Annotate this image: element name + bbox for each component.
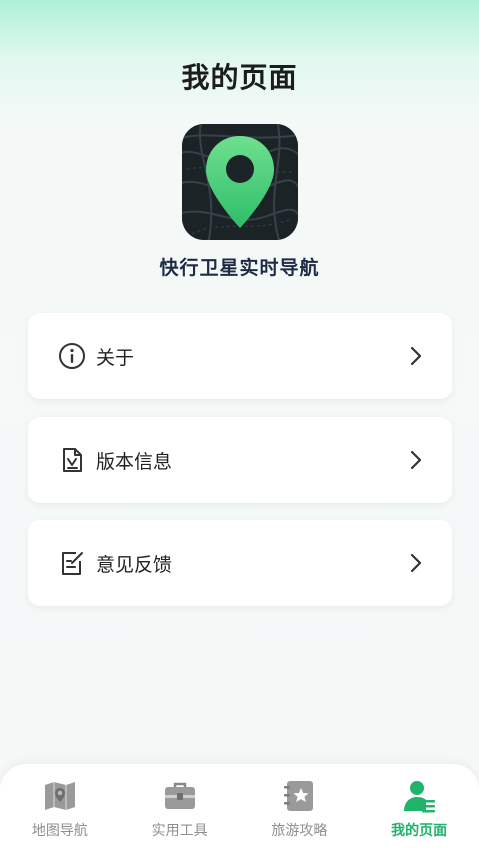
- tab-label: 我的页面: [391, 823, 448, 839]
- app-name: 快行卫星实时导航: [159, 257, 320, 279]
- tab-tools[interactable]: 实用工具: [120, 764, 240, 850]
- edit-note-icon: [58, 549, 86, 577]
- app-logo: [182, 124, 298, 240]
- tab-my-page[interactable]: 我的页面: [359, 764, 479, 850]
- tab-label: 地图导航: [31, 823, 88, 839]
- tab-travel-guide[interactable]: 旅游攻略: [240, 764, 360, 850]
- version-info-label: 版本信息: [96, 450, 173, 473]
- feedback-label: 意见反馈: [96, 553, 173, 576]
- user-icon: [401, 778, 437, 814]
- about-menu-item[interactable]: 关于: [28, 313, 452, 399]
- toolbox-icon: [162, 778, 198, 814]
- tab-label: 实用工具: [151, 823, 208, 839]
- tab-map-navigation[interactable]: 地图导航: [0, 764, 120, 850]
- about-label: 关于: [96, 346, 135, 369]
- tab-label: 旅游攻略: [271, 823, 328, 839]
- document-check-icon: [58, 446, 86, 474]
- chevron-right-icon: [408, 450, 424, 470]
- chevron-right-icon: [408, 553, 424, 573]
- feedback-menu-item[interactable]: 意见反馈: [28, 520, 452, 606]
- page-title: 我的页面: [181, 61, 298, 94]
- map-pin-icon: [182, 124, 298, 240]
- bottom-tab-bar: 地图导航 实用工具 旅游攻略 我的页面: [0, 764, 479, 850]
- info-icon: [58, 342, 86, 370]
- chevron-right-icon: [408, 346, 424, 366]
- map-icon: [42, 778, 78, 814]
- version-info-menu-item[interactable]: 版本信息: [28, 417, 452, 503]
- notebook-star-icon: [281, 778, 317, 814]
